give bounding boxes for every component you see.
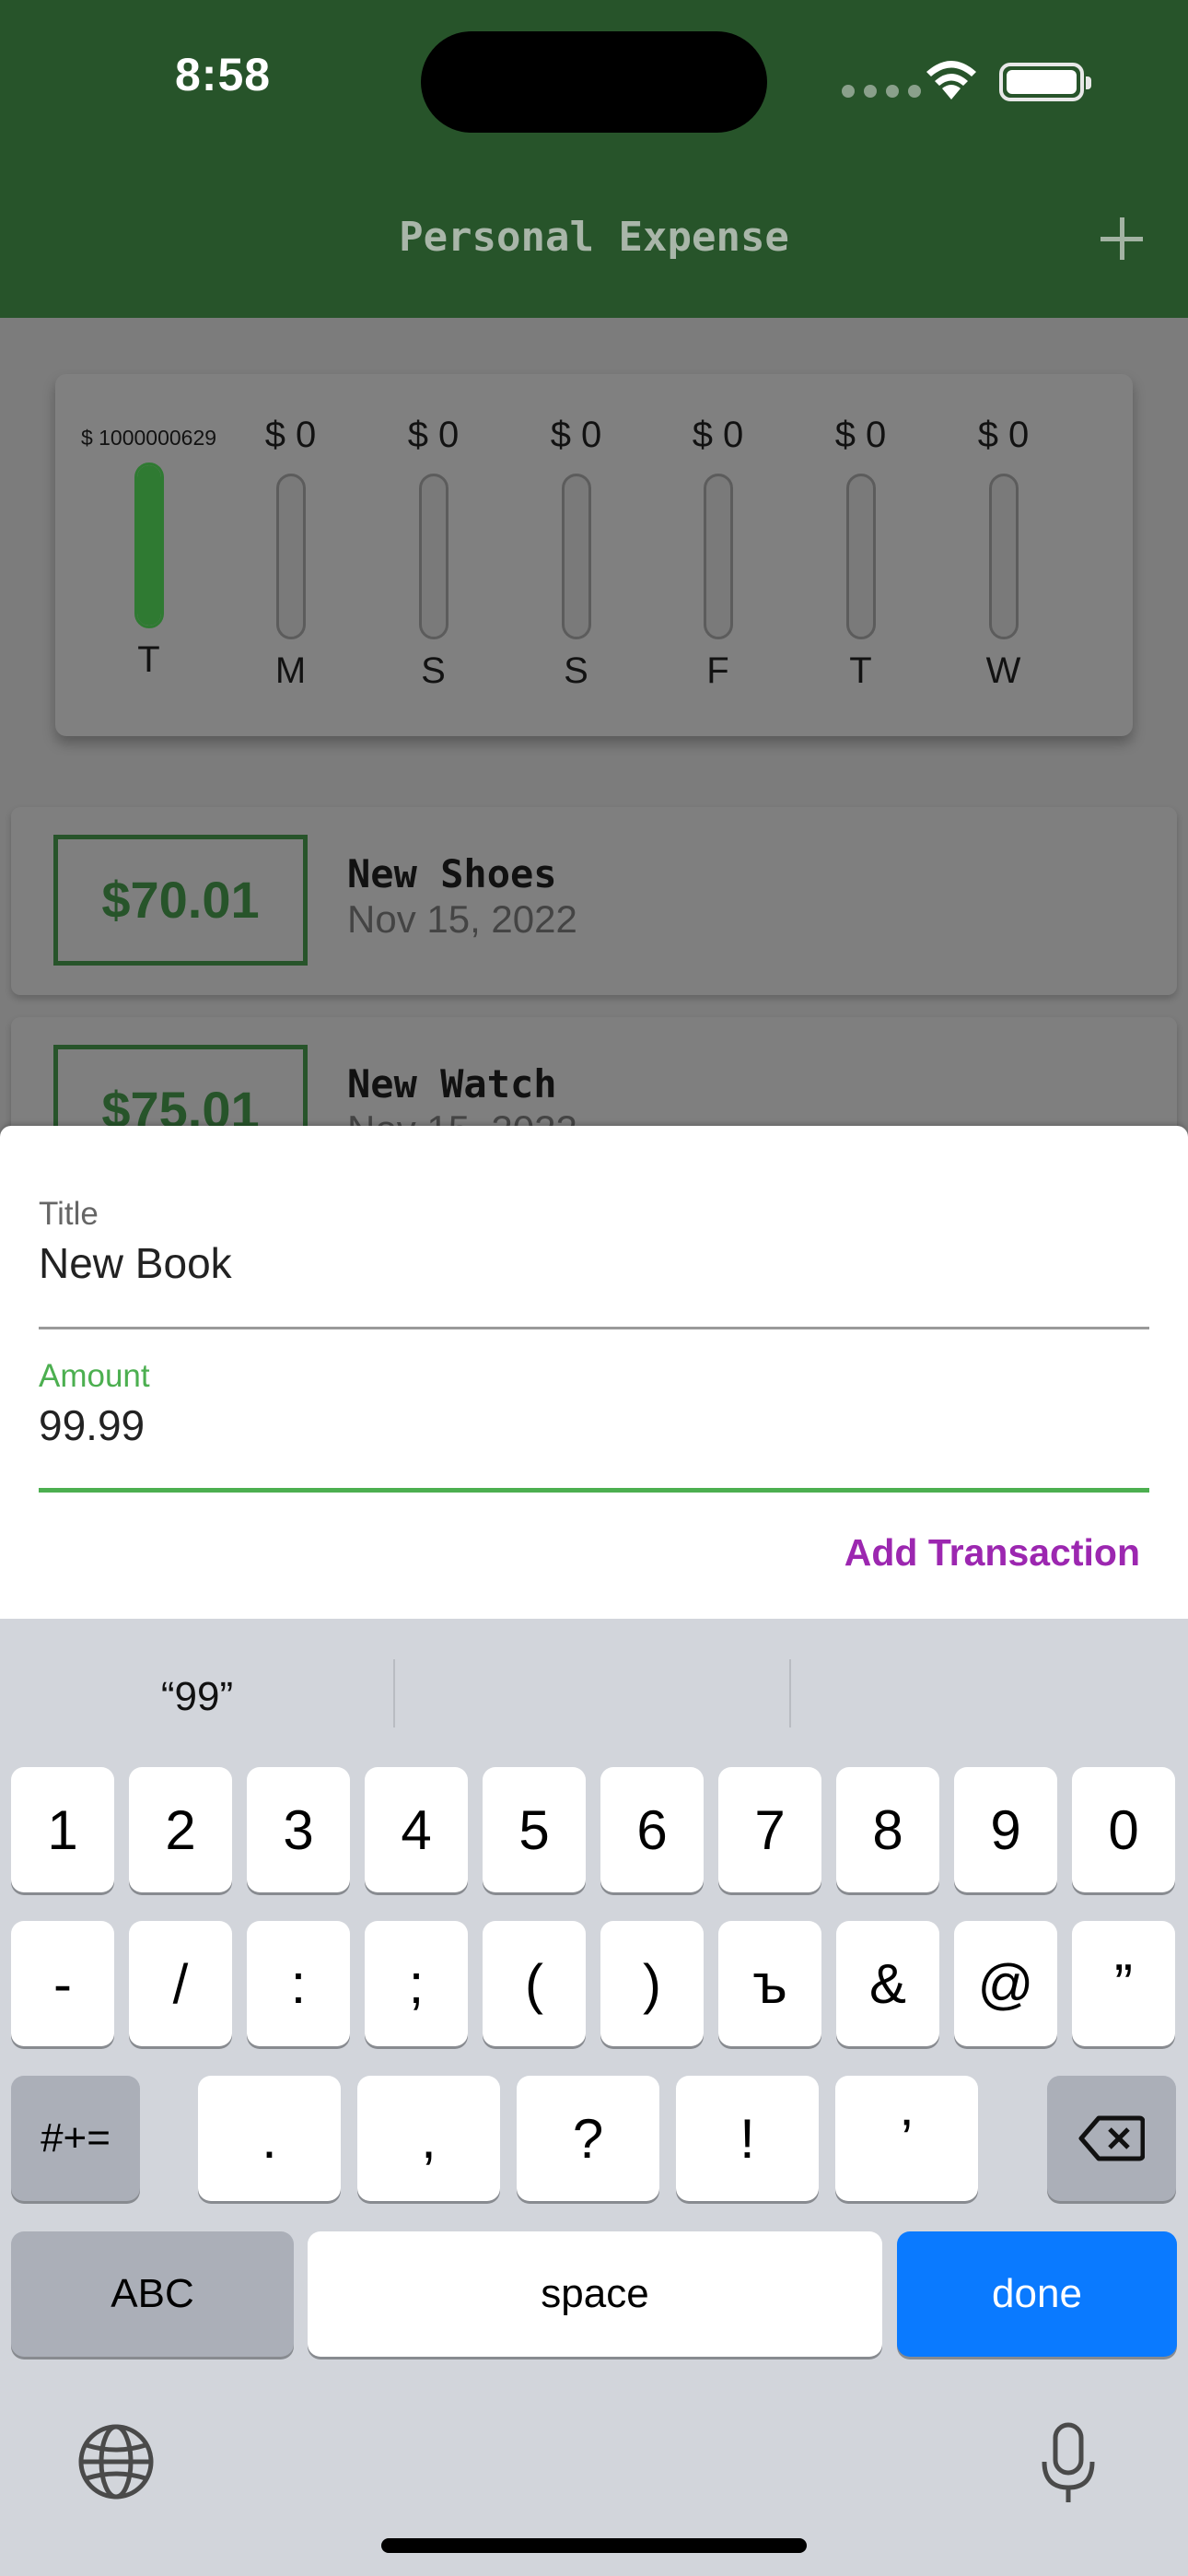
key-symbol[interactable]: &	[836, 1921, 939, 2046]
home-indicator	[381, 2538, 807, 2553]
bar-day-label: M	[274, 650, 307, 691]
app-bar: 8:58 Personal Expense	[0, 0, 1188, 318]
bar-track	[846, 474, 876, 639]
bar-track	[419, 474, 448, 639]
bar-day-label: W	[985, 650, 1021, 691]
battery-icon	[999, 63, 1091, 101]
key-9[interactable]: 9	[954, 1767, 1057, 1892]
chart-bar-column: $ 0 S	[362, 374, 505, 736]
bar-day-label: T	[849, 650, 872, 691]
globe-icon[interactable]	[76, 2421, 157, 2502]
bar-track	[562, 474, 591, 639]
bar-day-label: S	[564, 650, 588, 691]
key-1[interactable]: 1	[11, 1767, 114, 1892]
transaction-card: $70.01 New Shoes Nov 15, 2022	[11, 807, 1177, 995]
key-punctuation[interactable]: ,	[357, 2076, 500, 2201]
new-transaction-sheet: Title Amount Add Transaction	[0, 1126, 1188, 1623]
bar-fill	[137, 465, 161, 626]
title-underline	[39, 1327, 1149, 1329]
key-symbol[interactable]: @	[954, 1921, 1057, 2046]
bar-amount-label: $ 0	[264, 415, 317, 455]
space-key[interactable]: space	[308, 2231, 882, 2357]
key-symbol[interactable]: -	[11, 1921, 114, 2046]
plus-icon[interactable]	[1096, 214, 1147, 265]
bar-day-label: T	[137, 639, 160, 680]
key-symbol[interactable]: ”	[1072, 1921, 1175, 2046]
bar-amount-label: $ 0	[407, 415, 460, 455]
transaction-title: New Shoes	[347, 851, 557, 896]
key-symbol[interactable]: :	[247, 1921, 350, 2046]
key-punctuation[interactable]: ’	[835, 2076, 978, 2201]
wifi-icon	[926, 61, 976, 100]
transaction-title: New Watch	[347, 1061, 557, 1107]
key-4[interactable]: 4	[365, 1767, 468, 1892]
bar-track	[134, 463, 164, 628]
transaction-amount: $70.01	[53, 835, 308, 966]
bar-track	[276, 474, 306, 639]
status-time: 8:58	[175, 49, 272, 100]
bar-day-label: S	[421, 650, 446, 691]
chart-bar-column: $ 0 F	[646, 374, 789, 736]
suggestion-item[interactable]: “99”	[0, 1674, 394, 1720]
key-punctuation[interactable]: !	[676, 2076, 819, 2201]
suggestion-divider	[789, 1659, 791, 1727]
add-transaction-button[interactable]: Add Transaction	[844, 1531, 1140, 1575]
microphone-icon[interactable]	[1039, 2421, 1098, 2506]
key-3[interactable]: 3	[247, 1767, 350, 1892]
bar-amount-label: $ 0	[550, 415, 602, 455]
bar-track	[989, 474, 1019, 639]
transaction-date: Nov 15, 2022	[347, 897, 577, 941]
delete-key[interactable]	[1047, 2076, 1176, 2201]
key-symbol[interactable]: /	[129, 1921, 232, 2046]
bar-amount-label: $ 0	[834, 415, 887, 455]
done-key[interactable]: done	[897, 2231, 1177, 2357]
chart-bar-column: $ 1000000629 T	[77, 374, 220, 736]
amount-underline	[39, 1488, 1149, 1493]
bar-amount-label: $ 1000000629	[80, 426, 217, 450]
title-input[interactable]	[39, 1238, 1107, 1288]
key-5[interactable]: 5	[483, 1767, 586, 1892]
key-symbol[interactable]: ;	[365, 1921, 468, 2046]
dynamic-island	[421, 31, 767, 133]
symbols-toggle-key[interactable]: #+=	[11, 2076, 140, 2201]
abc-key[interactable]: ABC	[11, 2231, 294, 2357]
delete-icon	[1078, 2115, 1145, 2161]
chart-bar-column: $ 0 M	[219, 374, 362, 736]
page-title: Personal Expense	[399, 214, 789, 261]
amount-input[interactable]	[39, 1400, 1107, 1450]
key-7[interactable]: 7	[718, 1767, 821, 1892]
bar-day-label: F	[706, 650, 729, 691]
key-0[interactable]: 0	[1072, 1767, 1175, 1892]
key-6[interactable]: 6	[600, 1767, 704, 1892]
suggestion-divider	[393, 1659, 395, 1727]
key-8[interactable]: 8	[836, 1767, 939, 1892]
bar-amount-label: $ 0	[692, 415, 744, 455]
key-2[interactable]: 2	[129, 1767, 232, 1892]
key-symbol[interactable]: (	[483, 1921, 586, 2046]
chart-bar-column: $ 0 T	[789, 374, 932, 736]
chart-bar-column: $ 0 S	[505, 374, 647, 736]
key-symbol[interactable]: ъ	[718, 1921, 821, 2046]
amount-field-label: Amount	[39, 1358, 150, 1394]
key-punctuation[interactable]: ?	[517, 2076, 659, 2201]
cellular-signal-icon	[842, 85, 921, 98]
title-field-label: Title	[39, 1196, 99, 1232]
key-punctuation[interactable]: .	[198, 2076, 341, 2201]
bar-amount-label: $ 0	[977, 415, 1030, 455]
chart-bar-column: $ 0 W	[932, 374, 1075, 736]
weekly-chart-card: $ 1000000629 T $ 0 M $ 0 S $ 0 S $ 0 F $ 0 T $ 0 W	[55, 374, 1133, 736]
bar-track	[704, 474, 733, 639]
key-symbol[interactable]: )	[600, 1921, 704, 2046]
